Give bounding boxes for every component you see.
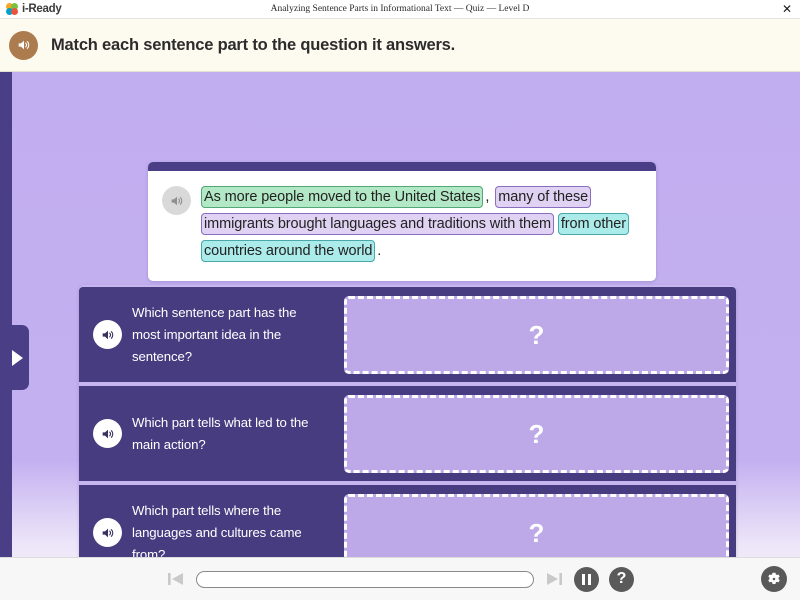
sentence-card-topbar [148, 162, 656, 171]
question-text: Which part tells where the languages and… [132, 502, 302, 558]
question-speaker-icon[interactable] [93, 320, 122, 349]
skip-next-icon[interactable] [544, 569, 564, 589]
sentence-punctuation-2: . [377, 243, 382, 259]
settings-button[interactable] [761, 566, 787, 592]
question-text: Which sentence part has the most importa… [132, 304, 297, 364]
answer-dropzone[interactable]: ? [344, 493, 729, 557]
match-row: Which part tells what led to the main ac… [79, 386, 736, 481]
pause-button[interactable] [574, 566, 599, 592]
match-rows-panel: Which sentence part has the most importa… [79, 285, 736, 557]
sentence-speaker-icon[interactable] [162, 186, 191, 215]
audio-progress-bar[interactable] [196, 570, 534, 588]
chevron-right-icon [11, 349, 23, 366]
instruction-text: Match each sentence part to the question… [51, 35, 456, 54]
pause-icon [582, 573, 591, 585]
help-button[interactable]: ? [609, 566, 634, 592]
quiz-app: i-Ready Analyzing Sentence Parts in Info… [0, 0, 800, 600]
expand-panel-tab[interactable] [0, 325, 29, 390]
bottom-toolbar: ? [0, 557, 800, 600]
activity-stage: As more people moved to the United State… [0, 72, 800, 557]
page-title: Analyzing Sentence Parts in Informationa… [270, 4, 530, 14]
answer-dropzone[interactable]: ? [344, 394, 729, 473]
close-icon[interactable]: ✕ [782, 3, 792, 15]
sentence-segment-green[interactable]: As more people moved to the United State… [201, 186, 484, 208]
window-titlebar: i-Ready Analyzing Sentence Parts in Info… [0, 0, 800, 19]
match-row: Which part tells where the languages and… [79, 485, 736, 557]
left-rail [0, 72, 12, 557]
iready-logo: i-Ready [0, 2, 62, 16]
match-row: Which sentence part has the most importa… [79, 287, 736, 382]
sentence-text: As more people moved to the United State… [201, 184, 644, 265]
question-speaker-icon[interactable] [93, 419, 122, 448]
iready-logo-icon [6, 2, 19, 16]
sentence-punctuation-1: , [485, 189, 490, 205]
answer-dropzone[interactable]: ? [344, 295, 729, 374]
question-text: Which part tells what led to the main ac… [132, 414, 309, 452]
instruction-speaker-icon[interactable] [9, 30, 38, 60]
sentence-card-body: As more people moved to the United State… [148, 171, 656, 281]
dropzone-placeholder: ? [528, 319, 545, 350]
question-speaker-icon[interactable] [93, 518, 122, 547]
dropzone-placeholder: ? [528, 517, 545, 548]
gear-icon [768, 572, 780, 585]
dropzone-placeholder: ? [528, 418, 545, 449]
skip-previous-icon[interactable] [166, 569, 186, 589]
sentence-card: As more people moved to the United State… [148, 162, 656, 281]
instruction-banner: Match each sentence part to the question… [0, 19, 800, 72]
brand-name: i-Ready [22, 3, 62, 15]
